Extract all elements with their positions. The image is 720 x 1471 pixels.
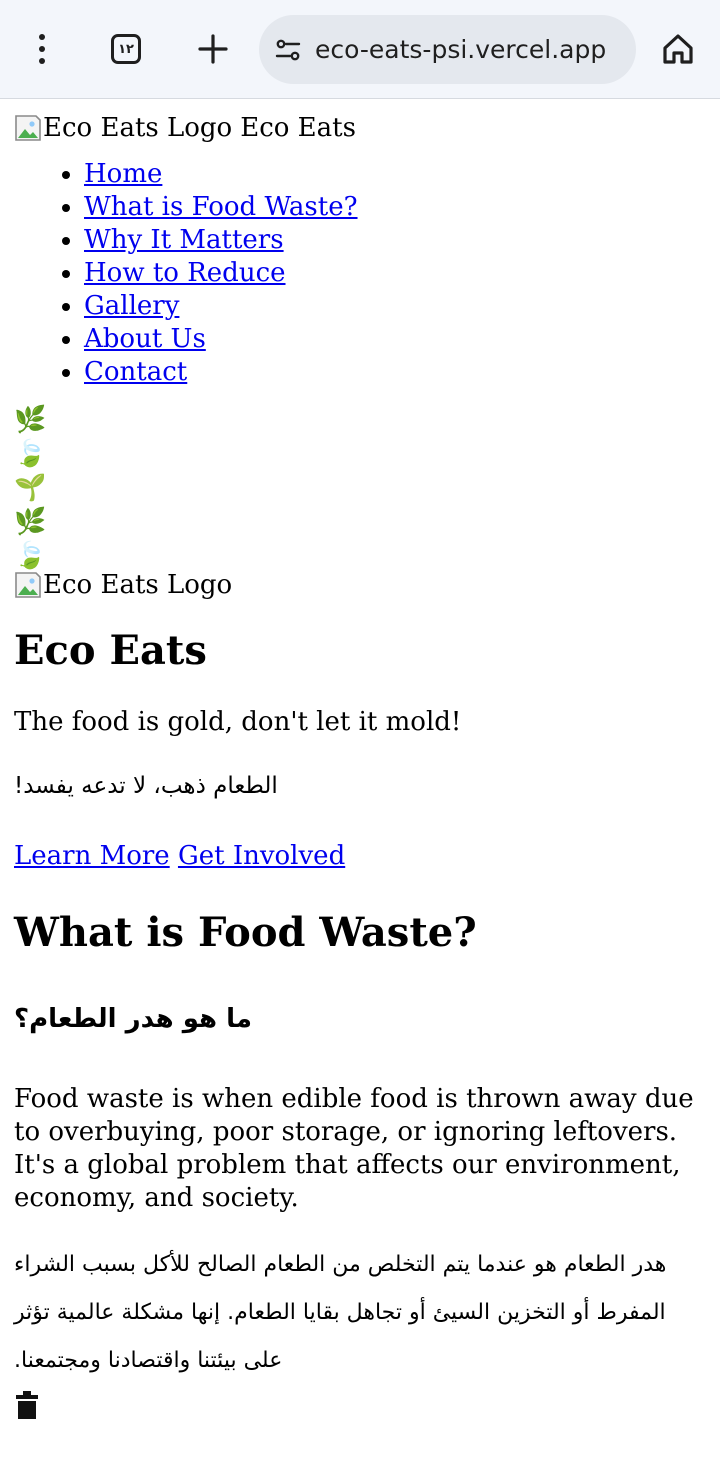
url-text: eco-eats-psi.vercel.app: [315, 35, 607, 64]
section-body: Food waste is when edible food is thrown…: [14, 1084, 694, 1213]
logo-image: Eco Eats Logo: [14, 112, 232, 144]
home-icon[interactable]: [653, 24, 703, 74]
trash-icon: [14, 1389, 706, 1419]
logo-alt-text: Eco Eats Logo: [43, 113, 233, 143]
herb-icon: 🌿: [14, 507, 47, 537]
site-settings-icon[interactable]: [273, 35, 303, 65]
hero-title: Eco Eats: [14, 627, 207, 674]
get-involved-link[interactable]: Get Involved: [178, 841, 345, 871]
nav-item-about-us: About Us: [84, 323, 706, 356]
main-nav: Home What is Food Waste? Why It Matters …: [14, 158, 706, 389]
hero-tagline: The food is gold, don't let it mold!: [14, 707, 462, 737]
nav-link-food-waste[interactable]: What is Food Waste?: [84, 192, 358, 222]
nav-link-how-to-reduce[interactable]: How to Reduce: [84, 258, 286, 288]
nav-link-why-it-matters[interactable]: Why It Matters: [84, 225, 284, 255]
nav-item-food-waste: What is Food Waste?: [84, 191, 706, 224]
tab-count: ١٢: [111, 34, 141, 64]
brand-name: Eco Eats: [240, 113, 356, 143]
hero-tagline-arabic: الطعام ذهب، لا تدعه يفسد!: [14, 773, 278, 799]
section-heading: What is Food Waste?: [14, 909, 477, 956]
broken-image-icon: [14, 570, 42, 600]
hero-logo-image: Eco Eats Logo: [14, 569, 706, 601]
herb-icon: 🌿: [14, 405, 47, 435]
leaf-icon: 🍃: [14, 541, 47, 571]
section-heading-arabic: ما هو هدر الطعام؟: [14, 1004, 252, 1034]
hero-logo-alt-text: Eco Eats Logo: [43, 570, 233, 600]
hero-actions: Learn More Get Involved: [14, 839, 706, 873]
nav-item-gallery: Gallery: [84, 290, 706, 323]
section-body-arabic: هدر الطعام هو عندما يتم التخلص من الطعام…: [14, 1252, 667, 1373]
nav-link-gallery[interactable]: Gallery: [84, 291, 179, 321]
new-tab-icon[interactable]: [188, 24, 238, 74]
nav-item-home: Home: [84, 158, 706, 191]
seedling-icon: 🌱: [14, 473, 47, 503]
broken-image-icon: [14, 113, 42, 143]
more-menu-icon[interactable]: [17, 24, 67, 74]
page-content: Eco Eats Logo Eco Eats Home What is Food…: [0, 112, 720, 1419]
nav-link-contact[interactable]: Contact: [84, 357, 187, 387]
decorative-leaves: 🌿 🍃 🌱 🌿 🍃: [14, 403, 706, 573]
nav-link-about-us[interactable]: About Us: [84, 324, 206, 354]
nav-item-contact: Contact: [84, 356, 706, 389]
site-header: Eco Eats Logo Eco Eats: [14, 112, 706, 144]
leaf-icon: 🍃: [14, 439, 47, 469]
address-bar[interactable]: eco-eats-psi.vercel.app: [259, 15, 636, 84]
nav-item-why-it-matters: Why It Matters: [84, 224, 706, 257]
nav-link-home[interactable]: Home: [84, 159, 162, 189]
browser-toolbar: ١٢ eco-eats-psi.vercel.app: [0, 0, 720, 99]
learn-more-link[interactable]: Learn More: [14, 841, 170, 871]
nav-item-how-to-reduce: How to Reduce: [84, 257, 706, 290]
tab-switcher-button[interactable]: ١٢: [101, 24, 151, 74]
